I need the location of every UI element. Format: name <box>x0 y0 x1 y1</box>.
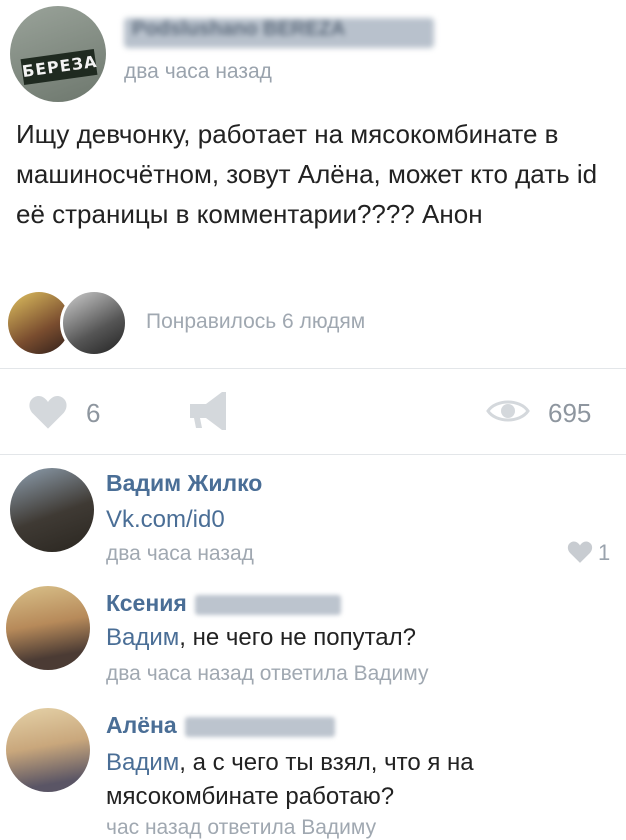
comment-text: Вадим, не чего не попутал? <box>106 624 416 651</box>
comment-avatar[interactable] <box>6 586 90 670</box>
eye-icon <box>486 400 530 422</box>
comment-avatar[interactable] <box>10 468 94 552</box>
comment-avatar[interactable] <box>6 708 90 792</box>
likes-summary[interactable]: Понравилось 6 людям <box>146 310 365 334</box>
divider <box>0 454 626 455</box>
comment-heart-icon[interactable] <box>566 540 594 564</box>
liker-avatar[interactable] <box>60 289 128 357</box>
reply-mention[interactable]: Вадим <box>106 624 179 651</box>
post-text: Ищу девчонку, работает на мясокомбинате … <box>16 119 598 229</box>
comment-time: два часа назад <box>106 542 254 565</box>
comment-text: Vk.com/id0 <box>106 506 225 534</box>
heart-icon[interactable] <box>28 392 68 432</box>
comment-author[interactable]: Ксения <box>106 590 341 617</box>
post-time: два часа назад <box>124 60 272 83</box>
post-author-name[interactable]: Podslushano BEREZA <box>124 18 434 48</box>
community-logo: БЕРЕЗА <box>20 48 98 86</box>
surname-blur <box>194 594 341 615</box>
comment-link[interactable]: Vk.com/id0 <box>106 506 225 533</box>
comment-text: Вадим, а с чего ты взял, что я на мясоко… <box>106 749 474 810</box>
comment-author[interactable]: Вадим Жилко <box>106 470 262 497</box>
comment-like-count: 1 <box>598 540 611 565</box>
divider <box>0 368 626 369</box>
comment-time: час назад ответила Вадиму <box>106 816 377 839</box>
like-count: 6 <box>86 398 101 428</box>
post-author-avatar[interactable]: БЕРЕЗА <box>10 6 106 102</box>
comment-time: два часа назад ответила Вадиму <box>106 662 429 685</box>
share-icon[interactable] <box>186 390 230 432</box>
reply-mention[interactable]: Вадим <box>106 749 179 776</box>
comment-author[interactable]: Алёна <box>106 712 335 739</box>
surname-blur <box>184 716 335 737</box>
view-count: 695 <box>548 398 592 428</box>
